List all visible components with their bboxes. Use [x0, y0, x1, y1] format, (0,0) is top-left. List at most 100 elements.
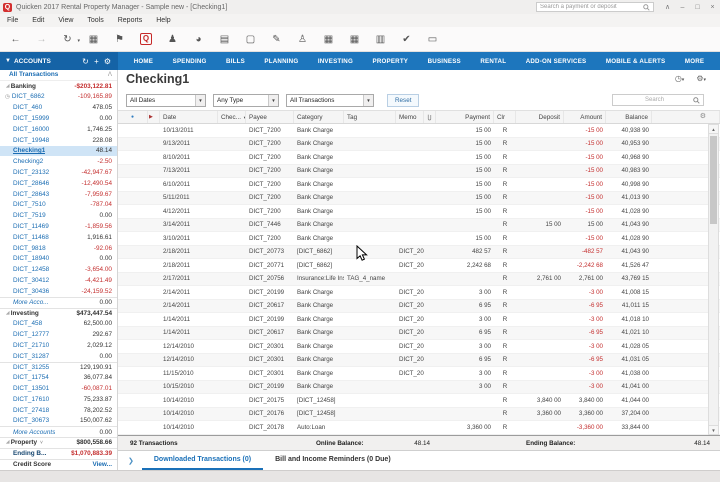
- scroll-up-arrow-icon[interactable]: ▲: [709, 125, 718, 134]
- transaction-row[interactable]: 2/14/2011 DICT_20617 Bank Charge DICT_20…: [118, 300, 720, 314]
- accounts-settings-gear-icon[interactable]: ⚙: [102, 57, 113, 66]
- clr-column-header[interactable]: Clr: [494, 111, 516, 123]
- sidebar-account-row[interactable]: ◷ Property ˅ $800,558.66: [0, 437, 117, 448]
- nav-tab[interactable]: SPENDING: [173, 58, 207, 65]
- back-icon[interactable]: ←▾: [8, 34, 23, 45]
- sidebar-account-row[interactable]: ◷ DICT_7519 ˅ 0.00: [0, 210, 117, 221]
- attachment-column-header[interactable]: [424, 111, 436, 123]
- balance-column-header[interactable]: Balance: [606, 111, 652, 123]
- sidebar-account-row[interactable]: ◷ DICT_9818 ˅ -92.06: [0, 243, 117, 254]
- transaction-row[interactable]: 3/14/2011 DICT_7446 Bank Charge R 15 00 …: [118, 219, 720, 233]
- sidebar-account-row[interactable]: ◷ DICT_11754 ˅ 36,077.84: [0, 372, 117, 383]
- one-step-update-icon[interactable]: ↻▾: [60, 34, 75, 45]
- nav-tab[interactable]: BILLS: [226, 58, 245, 65]
- payment-column-header[interactable]: Payment: [436, 111, 494, 123]
- nav-tab[interactable]: MORE: [685, 58, 704, 65]
- sidebar-account-row[interactable]: ◷ DICT_16000 ˅ 1,746.25: [0, 124, 117, 135]
- sidebar-account-row[interactable]: ◷ Checking2 ˅ -2.50: [0, 156, 117, 167]
- register-history-clock-icon[interactable]: ◷▾: [675, 74, 685, 83]
- bottom-tab[interactable]: Bill and Income Reminders (0 Due): [263, 451, 403, 470]
- alerts-icon[interactable]: ⚑▾: [112, 34, 127, 45]
- sidebar-account-row[interactable]: ◷ More Accounts ˅ 0.00: [0, 426, 117, 437]
- date-column-header[interactable]: Date: [160, 111, 218, 123]
- transaction-row[interactable]: 12/14/2010 DICT_20301 Bank Charge DICT_2…: [118, 340, 720, 354]
- collapse-window-icon[interactable]: ∧: [660, 3, 675, 11]
- reconcile-icon[interactable]: ▥▾: [373, 34, 388, 45]
- menu-item[interactable]: View: [51, 17, 80, 24]
- transaction-row[interactable]: 2/18/2011 DICT_20773 [DICT_6862] DICT_20…: [118, 246, 720, 260]
- sidebar-account-row[interactable]: ◷ DICT_460 ˅ 478.05: [0, 102, 117, 113]
- reset-filters-button[interactable]: Reset: [387, 94, 419, 107]
- sidebar-account-row[interactable]: ◷ Investing ˅ $473,447.54: [0, 308, 117, 319]
- deposit-column-header[interactable]: Deposit: [516, 111, 564, 123]
- transaction-row[interactable]: 3/10/2011 DICT_7200 Bank Charge 15 00 R …: [118, 232, 720, 246]
- reports-pie-icon[interactable]: ◕▾: [191, 34, 206, 45]
- sidebar-account-row[interactable]: ◷ DICT_458 ˅ 62,500.00: [0, 318, 117, 329]
- global-search-box[interactable]: Search a payment or deposit: [536, 2, 654, 12]
- transaction-row[interactable]: 11/15/2010 DICT_20301 Bank Charge DICT_2…: [118, 367, 720, 381]
- transaction-row[interactable]: 10/15/2010 DICT_20199 Bank Charge 3 00 R…: [118, 381, 720, 395]
- check-column-header[interactable]: Chec...▼: [218, 111, 246, 123]
- sidebar-account-row[interactable]: ◷ DICT_19948 ˅ 228.08: [0, 135, 117, 146]
- tag-column-header[interactable]: Tag: [344, 111, 396, 123]
- scope-filter-dropdown[interactable]: All Transactions▼: [286, 94, 374, 107]
- sidebar-account-row[interactable]: ◷ DICT_31287 ˅ 0.00: [0, 351, 117, 362]
- menu-item[interactable]: Reports: [111, 17, 150, 24]
- sidebar-account-row[interactable]: ◷ DICT_15999 ˅ 0.00: [0, 113, 117, 124]
- register-search-box[interactable]: Search: [612, 94, 704, 106]
- sidebar-scroll-up-icon[interactable]: ᐱ: [108, 71, 112, 78]
- transaction-row[interactable]: 2/17/2011 DICT_20756 Insurance:Life Ins …: [118, 273, 720, 287]
- payee-column-header[interactable]: Payee: [246, 111, 294, 123]
- transaction-row[interactable]: 6/10/2011 DICT_7200 Bank Charge 15 00 R …: [118, 178, 720, 192]
- sidebar-account-row[interactable]: ◷ Credit Score ˅ View...: [0, 459, 117, 470]
- bill-reminders-icon[interactable]: ▦▾: [321, 34, 336, 45]
- print-icon[interactable]: ▤▾: [217, 34, 232, 45]
- sidebar-item-all-transactions[interactable]: All Transactions ᐱ: [0, 70, 117, 81]
- menu-item[interactable]: Help: [149, 17, 177, 24]
- sidebar-account-row[interactable]: ◷ DICT_13501 ˅ -60,087.01: [0, 383, 117, 394]
- validate-check-icon[interactable]: ✔▾: [399, 34, 414, 45]
- nav-tab[interactable]: MOBILE & ALERTS: [606, 58, 666, 65]
- nav-tab[interactable]: PROPERTY: [373, 58, 409, 65]
- nav-tab[interactable]: BUSINESS: [428, 58, 461, 65]
- transaction-row[interactable]: 9/13/2011 DICT_7200 Bank Charge 15 00 R …: [118, 138, 720, 152]
- memo-column-header[interactable]: Memo: [396, 111, 424, 123]
- expand-panel-chevron-icon[interactable]: ❯: [118, 457, 142, 465]
- minimize-icon[interactable]: –: [675, 4, 690, 11]
- sidebar-account-row[interactable]: ◷ DICT_30436 ˅ -24,159.52: [0, 286, 117, 297]
- sidebar-account-row[interactable]: ◷ DICT_30673 ˅ 150,007.62: [0, 416, 117, 427]
- sidebar-account-row[interactable]: ◷ DICT_6862 ˅ -109,165.89: [0, 92, 117, 103]
- chevron-down-icon[interactable]: ˅: [40, 440, 43, 446]
- collapse-accounts-icon[interactable]: ▼: [5, 58, 11, 64]
- menu-item[interactable]: Tools: [80, 17, 110, 24]
- sidebar-account-row[interactable]: ◷ Ending B... ˅ $1,070,883.39: [0, 448, 117, 459]
- status-column-header[interactable]: ●: [118, 111, 148, 123]
- sidebar-account-row[interactable]: ◷ Checking1 ˅ 48.14: [0, 146, 117, 157]
- nav-tab[interactable]: ADD-ON SERVICES: [526, 58, 587, 65]
- sidebar-account-row[interactable]: ◷ Banking ˅ -$203,122.81: [0, 81, 117, 92]
- sidebar-account-row[interactable]: ◷ DICT_7510 ˅ -787.04: [0, 200, 117, 211]
- transaction-row[interactable]: 10/14/2010 DICT_20176 [DICT_12458] R 3,3…: [118, 408, 720, 422]
- transaction-row[interactable]: 10/14/2010 DICT_20178 Auto:Loan 3,360 00…: [118, 421, 720, 435]
- quicken-home-icon[interactable]: Q▾: [140, 33, 152, 45]
- transaction-row[interactable]: 10/13/2011 DICT_7200 Bank Charge 15 00 R…: [118, 124, 720, 138]
- maximize-icon[interactable]: □: [690, 4, 705, 11]
- sidebar-account-row[interactable]: ◷ DICT_27418 ˅ 78,202.52: [0, 405, 117, 416]
- transaction-row[interactable]: 2/18/2011 DICT_20771 [DICT_6862] DICT_20…: [118, 259, 720, 273]
- category-column-header[interactable]: Category: [294, 111, 344, 123]
- online-center-icon[interactable]: ▢▾: [243, 34, 258, 45]
- sidebar-account-row[interactable]: ◷ DICT_11468 ˅ 1,916.61: [0, 232, 117, 243]
- sidebar-account-row[interactable]: ◷ DICT_12777 ˅ 292.67: [0, 329, 117, 340]
- transaction-row[interactable]: 2/14/2011 DICT_20199 Bank Charge DICT_20…: [118, 286, 720, 300]
- nav-tab[interactable]: HOME: [134, 58, 153, 65]
- nav-tab[interactable]: RENTAL: [480, 58, 506, 65]
- sidebar-account-row[interactable]: ◷ More Acco... ˅ 0.00: [0, 297, 117, 308]
- bottom-tab[interactable]: Downloaded Transactions (0): [142, 451, 263, 470]
- sidebar-account-row[interactable]: ◷ DICT_28646 ˅ -12,490.54: [0, 178, 117, 189]
- menu-item[interactable]: File: [0, 17, 25, 24]
- register-scrollbar[interactable]: ▲ ▼: [708, 124, 719, 435]
- calendar-icon[interactable]: ▦▾: [86, 34, 101, 45]
- sidebar-account-row[interactable]: ◷ DICT_17610 ˅ 75,233.87: [0, 394, 117, 405]
- nav-tab[interactable]: PLANNING: [264, 58, 298, 65]
- sidebar-account-row[interactable]: ◷ DICT_12458 ˅ -3,654.00: [0, 264, 117, 275]
